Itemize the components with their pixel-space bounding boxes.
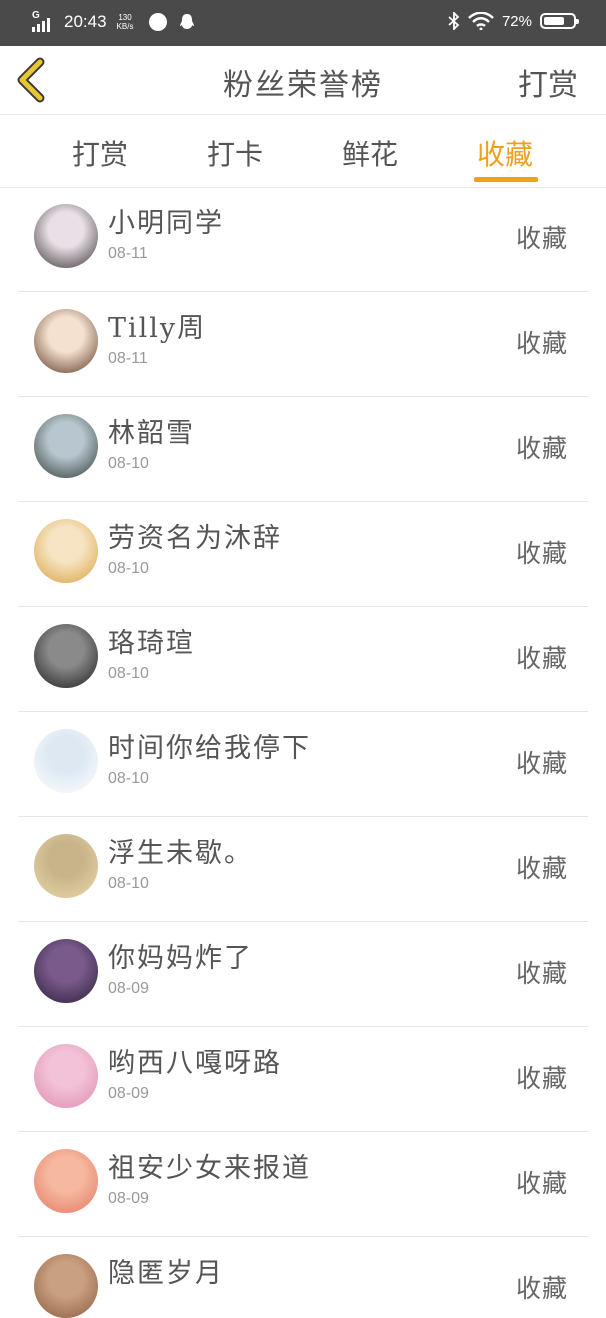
- avatar: [34, 939, 98, 1003]
- list-item[interactable]: 隐匿岁月 收藏: [18, 1237, 588, 1318]
- avatar: [34, 729, 98, 793]
- list-item[interactable]: 时间你给我停下 08-10 收藏: [18, 712, 588, 817]
- avatar: [34, 834, 98, 898]
- avatar: [34, 309, 98, 373]
- avatar: [34, 204, 98, 268]
- fan-action: 收藏: [515, 434, 568, 463]
- fan-name: 林韶雪: [108, 418, 195, 449]
- fan-name: 祖安少女来报道: [108, 1153, 311, 1184]
- fan-action: 收藏: [515, 749, 568, 778]
- fan-action: 收藏: [515, 1169, 568, 1198]
- list-item[interactable]: 你妈妈炸了 08-09 收藏: [18, 922, 588, 1027]
- fan-name: 隐匿岁月: [108, 1258, 224, 1289]
- fan-date: 08-10: [108, 875, 149, 892]
- fan-action: 收藏: [515, 854, 568, 883]
- fan-action: 收藏: [515, 224, 568, 253]
- fan-action: 收藏: [515, 644, 568, 673]
- fan-date: 08-10: [108, 665, 149, 682]
- list-item[interactable]: 哟西八嘎呀路 08-09 收藏: [18, 1027, 588, 1132]
- fan-action: 收藏: [515, 1064, 568, 1093]
- fan-name: 你妈妈炸了: [108, 943, 253, 974]
- fan-name: 哟西八嘎呀路: [108, 1048, 282, 1079]
- list-item[interactable]: 小明同学 08-11 收藏: [18, 187, 588, 292]
- fan-date: 08-09: [108, 980, 149, 997]
- fan-date: 08-09: [108, 1190, 149, 1207]
- tab-flowers[interactable]: 鲜花: [330, 133, 410, 173]
- fan-action: 收藏: [515, 539, 568, 568]
- network-speed: 130 KB/s: [117, 13, 134, 31]
- fan-action: 收藏: [515, 1274, 568, 1303]
- fan-name: 劳资名为沐辞: [108, 523, 282, 554]
- battery-icon: [540, 13, 579, 29]
- fan-date: 08-10: [108, 770, 149, 787]
- fan-name: Tilly周: [108, 313, 207, 344]
- fan-date: 08-11: [108, 245, 148, 262]
- avatar: [34, 1254, 98, 1318]
- avatar: [34, 1149, 98, 1213]
- bluetooth-icon: [448, 12, 460, 30]
- wifi-icon: [468, 12, 494, 30]
- speed-value: 130: [118, 13, 132, 22]
- tab-checkin[interactable]: 打卡: [195, 133, 275, 173]
- list-item[interactable]: Tilly周 08-11 收藏: [18, 292, 588, 397]
- list-item[interactable]: 林韶雪 08-10 收藏: [18, 397, 588, 502]
- fan-action: 收藏: [515, 329, 568, 358]
- avatar: [34, 1044, 98, 1108]
- tab-bar: 打赏 打卡 鲜花 收藏: [0, 115, 606, 188]
- list-item[interactable]: 劳资名为沐辞 08-10 收藏: [18, 502, 588, 607]
- avatar: [34, 624, 98, 688]
- list-item[interactable]: 祖安少女来报道 08-09 收藏: [18, 1132, 588, 1237]
- tab-reward[interactable]: 打赏: [60, 133, 140, 173]
- fan-action: 收藏: [515, 959, 568, 988]
- avatar: [34, 414, 98, 478]
- active-tab-indicator: [474, 177, 538, 182]
- fan-name: 浮生未歇。: [108, 838, 253, 869]
- fan-list: 小明同学 08-11 收藏 Tilly周 08-11 收藏 林韶雪 08-10 …: [0, 187, 606, 1318]
- fan-date: 08-11: [108, 350, 148, 367]
- reward-button[interactable]: 打赏: [518, 60, 578, 104]
- status-time: 20:43: [64, 12, 107, 31]
- battery-percent: 72%: [501, 12, 532, 30]
- fan-date: 08-10: [108, 560, 149, 577]
- status-bar: G 20:43 130 KB/s 72%: [0, 0, 606, 46]
- fan-date: 08-09: [108, 1085, 149, 1102]
- list-item[interactable]: 浮生未歇。 08-10 收藏: [18, 817, 588, 922]
- title-bar: 粉丝荣誉榜 打赏: [0, 46, 606, 115]
- qq-icon: [180, 14, 195, 29]
- avatar: [34, 519, 98, 583]
- fan-date: 08-10: [108, 455, 149, 472]
- page-title: 粉丝荣誉榜: [223, 68, 383, 103]
- fan-name: 珞琦瑄: [108, 628, 195, 659]
- signal-icon: G: [32, 10, 56, 32]
- notification-icon: [149, 13, 168, 31]
- list-item[interactable]: 珞琦瑄 08-10 收藏: [18, 607, 588, 712]
- fan-name: 小明同学: [108, 208, 224, 239]
- speed-unit: KB/s: [116, 22, 134, 31]
- tab-favorites[interactable]: 收藏: [465, 133, 545, 173]
- fan-name: 时间你给我停下: [108, 733, 311, 764]
